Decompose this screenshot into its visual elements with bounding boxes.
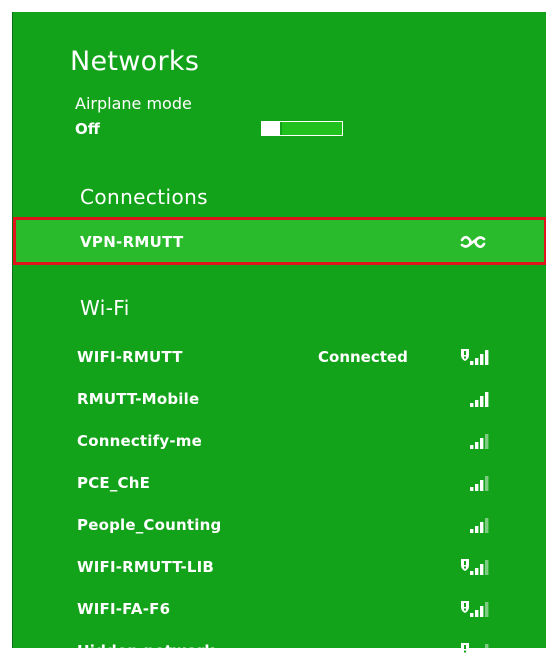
airplane-mode-value: Off (75, 120, 100, 138)
wifi-heading: Wi-Fi (80, 296, 130, 320)
wifi-signal-icon (470, 476, 489, 491)
toggle-track (280, 122, 342, 135)
secured-wifi-signal-icon (461, 643, 489, 659)
wifi-network-name: WIFI-RMUTT-LIB (77, 558, 215, 576)
wifi-network-name: People_Counting (77, 516, 222, 534)
connections-heading: Connections (80, 185, 208, 209)
networks-panel: Networks Airplane mode Off Connections V… (12, 12, 546, 660)
airplane-mode-toggle[interactable] (261, 121, 343, 136)
wifi-network-item[interactable]: People_Counting (13, 506, 546, 546)
wifi-network-name: RMUTT-Mobile (77, 390, 200, 408)
wifi-network-item[interactable]: WIFI-RMUTT-LIB (13, 548, 546, 588)
wifi-network-item[interactable]: WIFI-RMUTT Connected (13, 338, 546, 378)
wifi-signal-icon (470, 392, 489, 407)
airplane-mode-label: Airplane mode (75, 94, 192, 113)
wifi-network-item[interactable]: WIFI-FA-F6 (13, 590, 546, 630)
wifi-network-name: PCE_ChE (77, 474, 151, 492)
vpn-link-icon (460, 235, 486, 249)
wifi-network-item[interactable]: PCE_ChE (13, 464, 546, 504)
wifi-network-status: Connected (318, 348, 408, 366)
panel-title: Networks (70, 46, 200, 77)
wifi-signal-icon (470, 518, 489, 533)
wifi-network-name: WIFI-FA-F6 (77, 600, 171, 618)
wifi-network-name: WIFI-RMUTT (77, 348, 183, 366)
wifi-network-item[interactable]: RMUTT-Mobile (13, 380, 546, 420)
vpn-connection-item[interactable]: VPN-RMUTT (13, 217, 546, 265)
secured-wifi-signal-icon (461, 601, 489, 617)
wifi-network-item[interactable]: Hidden network (13, 632, 546, 672)
secured-wifi-signal-icon (461, 559, 489, 575)
wifi-network-name: Connectify-me (77, 432, 202, 450)
wifi-signal-icon (470, 434, 489, 449)
toggle-thumb (262, 122, 278, 135)
wifi-network-item[interactable]: Connectify-me (13, 422, 546, 462)
secured-wifi-signal-icon (461, 349, 489, 365)
wifi-network-name: Hidden network (77, 642, 215, 660)
vpn-connection-label: VPN-RMUTT (80, 233, 184, 251)
